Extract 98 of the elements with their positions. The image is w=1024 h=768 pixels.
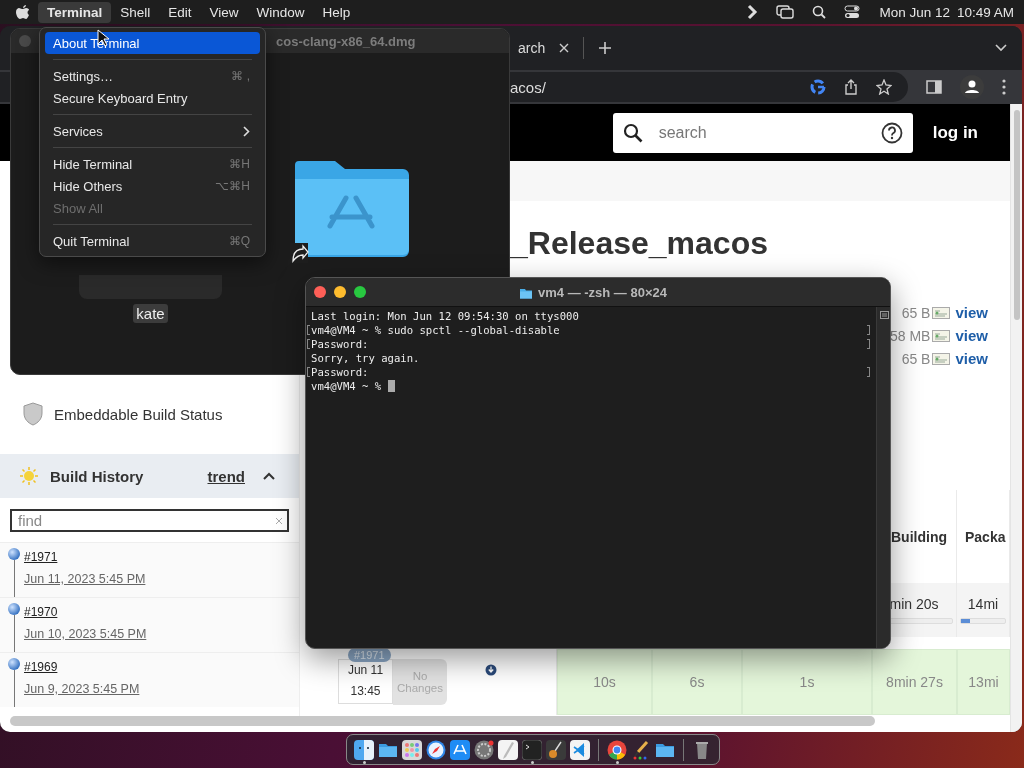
minimize-button[interactable] (334, 286, 346, 298)
search-field[interactable]: search (656, 122, 867, 143)
star-icon[interactable] (876, 79, 892, 95)
menu-bar-item[interactable]: Terminal (38, 1, 112, 23)
search-icon (622, 122, 643, 143)
sun-icon (20, 467, 38, 485)
status-ball-icon (8, 548, 20, 560)
status-ball-icon (8, 658, 20, 670)
trend-link[interactable]: trend (207, 467, 245, 485)
window-title: cos-clang-x86_64.dmg (276, 33, 416, 49)
face-icon[interactable] (354, 739, 374, 760)
close-icon[interactable] (559, 43, 570, 53)
search-bar[interactable]: search (612, 112, 913, 153)
menu-bar-item[interactable]: Shell (111, 1, 160, 23)
login-link[interactable]: log in (932, 122, 978, 143)
view-link[interactable]: view (955, 304, 988, 321)
build-date-link[interactable]: Jun 10, 2023 5:45 PM (24, 627, 147, 641)
shortcut-text: ⌥⌘H (215, 179, 250, 193)
chevron-right-icon (243, 125, 250, 137)
build-link[interactable]: #1969 (24, 660, 140, 674)
toggles-icon[interactable] (844, 5, 861, 19)
browser-icon[interactable] (607, 739, 627, 760)
list-icon (880, 311, 889, 319)
file-size: 65 B (901, 304, 931, 321)
file-icon (932, 306, 951, 319)
shortcut-text: ⌘H (229, 157, 250, 171)
more-icon[interactable] (1002, 79, 1006, 95)
progress-bar (960, 618, 1006, 624)
sidebar-icon[interactable] (926, 80, 942, 94)
profile-icon[interactable] (960, 75, 984, 99)
share-icon[interactable] (844, 79, 858, 95)
terminal-line: Password: (311, 366, 369, 378)
vertical-scrollbar[interactable] (1010, 104, 1022, 732)
apple-icon[interactable] (16, 4, 30, 20)
find-field[interactable]: find (10, 509, 289, 532)
menu-item[interactable]: Settings… ⌘ , (45, 65, 260, 87)
app-store-icon[interactable] (450, 739, 470, 760)
code-editor-icon[interactable] (570, 739, 590, 760)
window-title: vm4 — -zsh — 80×24 (538, 285, 667, 300)
compass-icon[interactable] (426, 739, 446, 760)
gear-icon[interactable] (474, 739, 494, 760)
status-ball-icon (8, 603, 20, 615)
menu-bar-item[interactable]: Help (313, 1, 360, 23)
average-time: 14mi (967, 596, 999, 612)
browser-tab[interactable]: arch (514, 37, 585, 59)
menu-item[interactable]: Hide Others ⌥⌘H (45, 175, 260, 197)
file-size: 58 MB (890, 327, 931, 344)
file-label[interactable]: kate (133, 304, 168, 323)
menu-bar-date[interactable]: Mon Jun 12 (879, 4, 950, 20)
brush-icon[interactable] (631, 739, 651, 760)
menu-item[interactable]: Hide Terminal ⌘H (45, 153, 260, 175)
terminal-line: Last login: Mon Jun 12 09:54:30 on ttys000 (311, 310, 579, 322)
menu-bar-item[interactable]: View (200, 1, 248, 23)
pen-icon[interactable] (498, 739, 518, 760)
folder-icon (519, 286, 533, 299)
menu-item[interactable]: Secure Keyboard Entry (45, 87, 260, 109)
build-date-link[interactable]: Jun 9, 2023 5:45 PM (24, 682, 140, 696)
menu-bar-item[interactable]: Window (247, 1, 314, 23)
horizontal-scrollbar[interactable] (10, 716, 875, 726)
search-icon[interactable] (812, 5, 827, 19)
menu-bar-time[interactable]: 10:49 AM (956, 4, 1014, 20)
terminal-line: Password: (311, 338, 369, 350)
chevron-right-icon[interactable] (746, 4, 759, 20)
terminal-line: Sorry, try again. (311, 352, 420, 364)
google-icon[interactable] (810, 79, 826, 95)
chevron-up-icon[interactable] (263, 472, 275, 480)
build-time-text: 13:45 (350, 684, 381, 698)
build-link[interactable]: #1971 (24, 550, 146, 564)
build-date-text: Jun 11 (347, 663, 384, 677)
menu-item[interactable]: Services (45, 120, 260, 142)
view-link[interactable]: view (955, 327, 988, 344)
file-icon (932, 329, 951, 342)
menu-item[interactable]: About Terminal (45, 32, 260, 54)
terminal-line: vm4@VM4 ~ % (311, 380, 382, 392)
chevron-down-icon[interactable] (994, 43, 1008, 53)
guitar-icon[interactable] (546, 739, 566, 760)
build-link[interactable]: #1970 (24, 605, 147, 619)
plus-icon[interactable] (598, 41, 613, 55)
view-link[interactable]: view (955, 350, 988, 367)
sidebar-item[interactable]: Embeddable Build Status (0, 394, 299, 434)
grid-icon[interactable] (402, 739, 422, 760)
terminal-line: vm4@VM4 ~ % sudo spctl --global-disable (311, 324, 560, 336)
menu-item[interactable]: Quit Terminal ⌘Q (45, 230, 260, 252)
shortcut-text: ⌘Q (228, 234, 250, 248)
section-title: Build History (50, 467, 144, 485)
build-date-link[interactable]: Jun 11, 2023 5:45 PM (24, 572, 146, 586)
download-icon[interactable] (485, 664, 497, 676)
close-button[interactable] (314, 286, 326, 298)
job-title: _Release_macos (510, 224, 769, 263)
shortcut-text: ⌘ , (231, 69, 250, 83)
file-icon (932, 352, 951, 365)
help-icon[interactable] (880, 121, 903, 144)
shield-icon (22, 402, 44, 426)
windows-icon[interactable] (776, 4, 795, 20)
file-size: 65 B (901, 350, 931, 367)
tab-title: arch (518, 40, 546, 56)
menu-bar-item[interactable]: Edit (159, 1, 201, 23)
zoom-button[interactable] (354, 286, 366, 298)
